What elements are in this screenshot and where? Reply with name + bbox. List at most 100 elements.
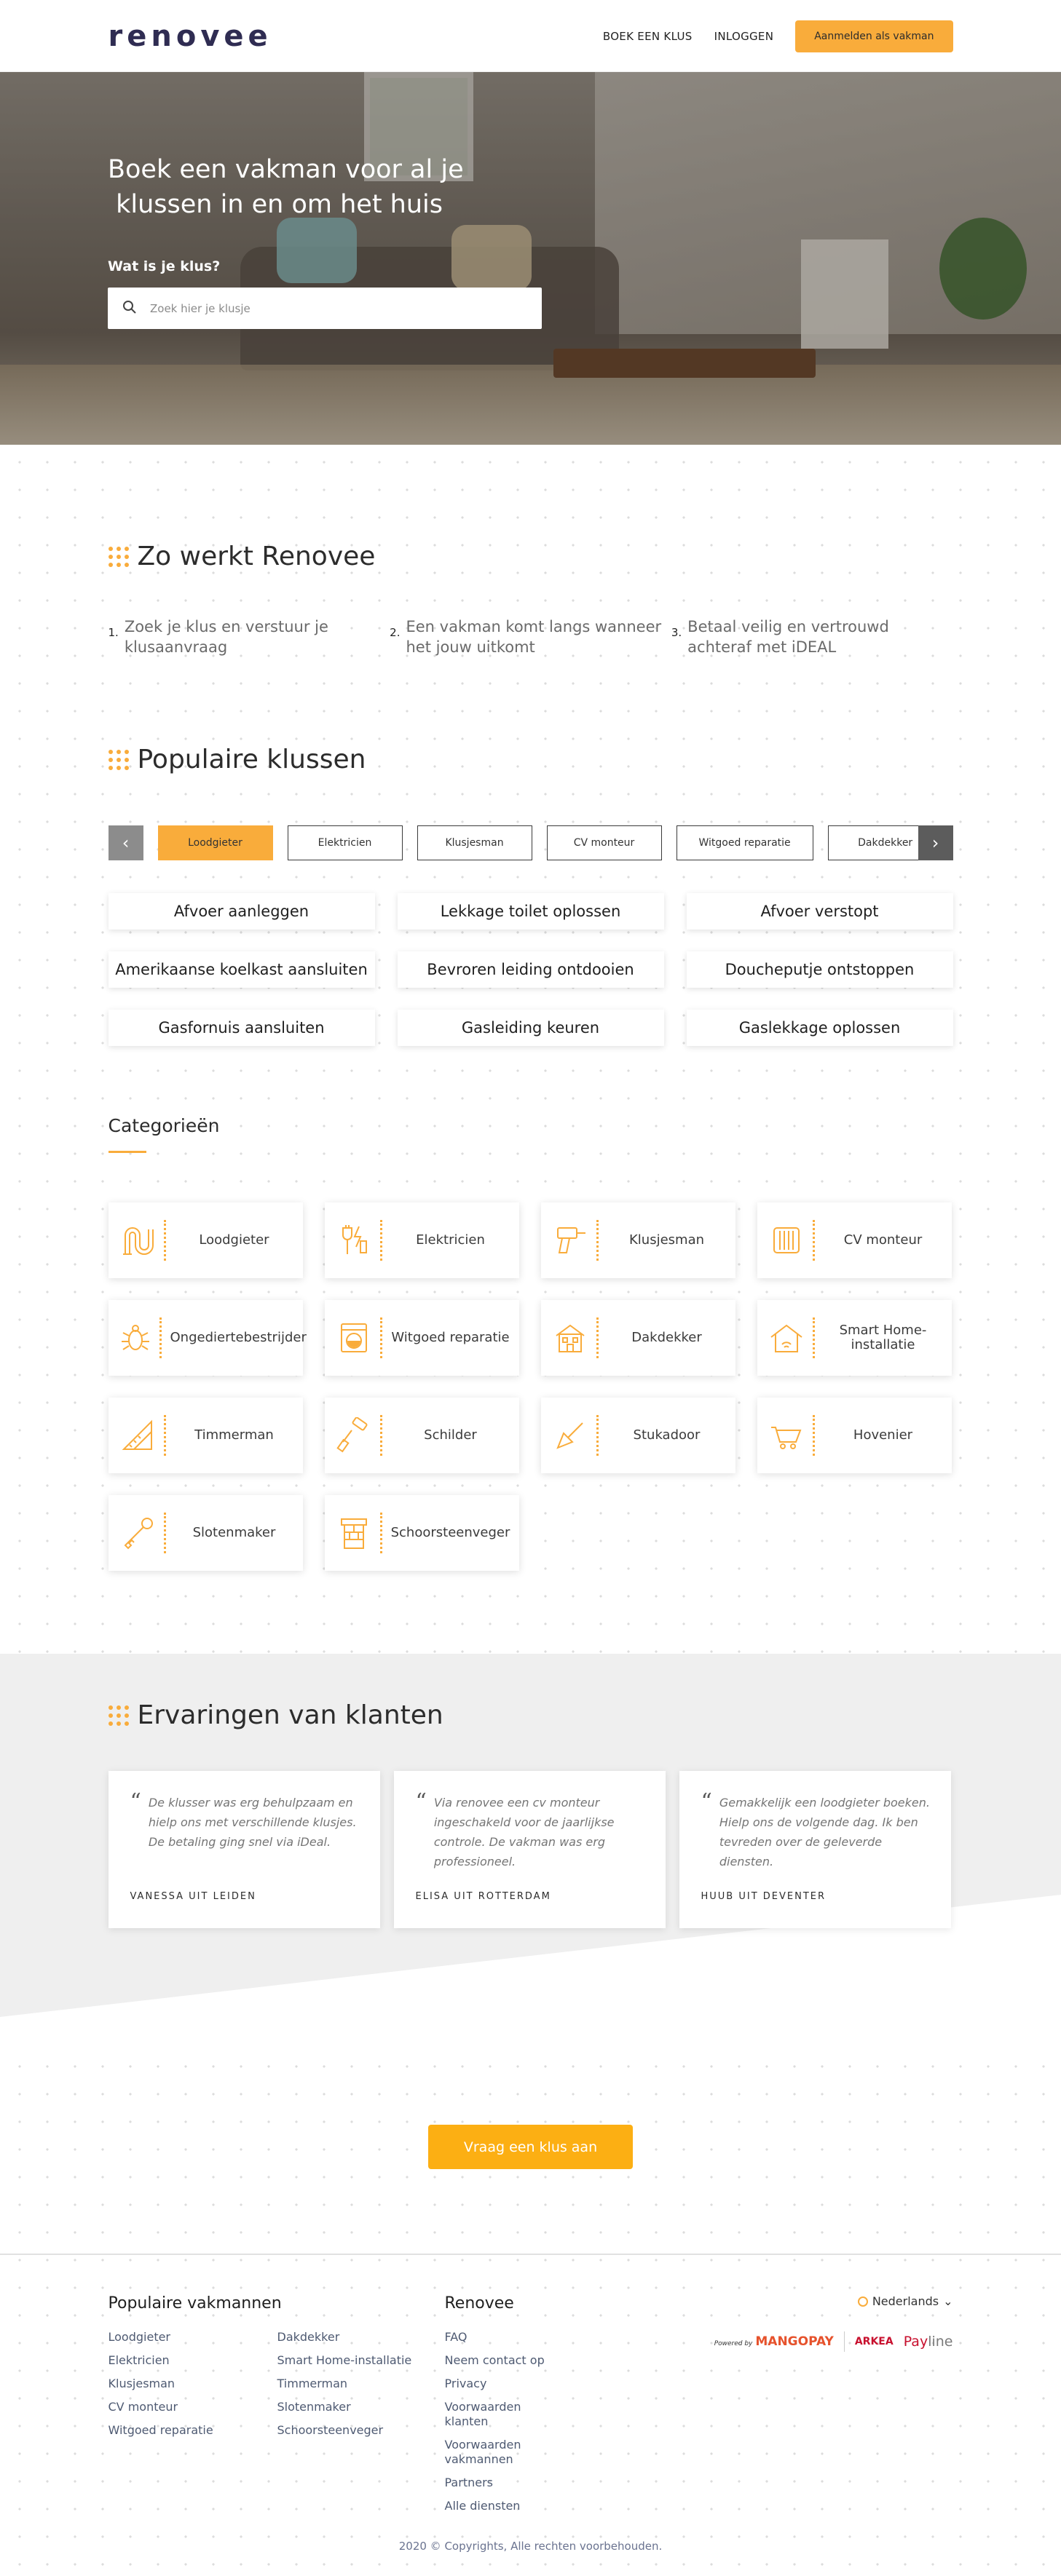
nav-book-job[interactable]: BOEK EEN KLUS xyxy=(603,30,693,43)
globe-icon xyxy=(857,2296,868,2307)
category-name: Slotenmaker xyxy=(192,1525,276,1540)
category-name: Timmerman xyxy=(194,1427,274,1443)
category-name: Stukadoor xyxy=(633,1427,701,1443)
category-card[interactable]: Witgoed reparatie xyxy=(324,1300,519,1376)
search-input[interactable] xyxy=(150,301,514,315)
footer-link[interactable]: Elektricien xyxy=(109,2353,277,2368)
tab-cv-monteur[interactable]: CV monteur xyxy=(546,825,662,860)
request-job-button[interactable]: Vraag een klus aan xyxy=(428,2125,633,2169)
footer-link[interactable]: Neem contact op xyxy=(445,2353,561,2368)
logo[interactable]: renovee xyxy=(109,20,272,53)
footer-link[interactable]: Partners xyxy=(445,2476,561,2490)
testimonial-quote: “ Via renovee een cv monteur ingeschakel… xyxy=(416,1791,647,1871)
drill-icon xyxy=(550,1220,591,1261)
hero-title: Boek een vakman voor al je klussen in en… xyxy=(108,152,501,222)
divider xyxy=(596,1317,599,1358)
category-card[interactable]: Hovenier xyxy=(757,1398,952,1473)
dots-icon xyxy=(108,546,129,567)
payline-logo: Payline xyxy=(904,2334,953,2350)
footer-link[interactable]: Privacy xyxy=(445,2377,561,2391)
job-button[interactable]: Gasfornuis aansluiten xyxy=(108,1010,375,1046)
category-card[interactable]: Ongediertebestrijder xyxy=(108,1300,307,1376)
testimonial-author: ELISA UIT ROTTERDAM xyxy=(415,1891,551,1902)
category-card[interactable]: Schilder xyxy=(324,1398,519,1473)
categories-title: Categorieën xyxy=(108,1115,220,1136)
footer-link[interactable]: Loodgieter xyxy=(109,2330,277,2345)
category-card[interactable]: Schoorsteenveger xyxy=(324,1495,519,1571)
footer-popular-links: Loodgieter Dakdekker Elektricien Smart H… xyxy=(109,2330,445,2438)
trade-tabs: ‹ Loodgieter Elektricien Klusjesman CV m… xyxy=(108,825,953,860)
popular-jobs-section: Populaire klussen ‹ Loodgieter Elektrici… xyxy=(0,730,1061,1571)
footer-link[interactable]: Timmerman xyxy=(277,2377,445,2391)
quote-icon: “ xyxy=(701,1789,712,1815)
tab-klusjesman[interactable]: Klusjesman xyxy=(417,825,532,860)
footer-link[interactable]: CV monteur xyxy=(109,2400,277,2414)
ruler-icon xyxy=(117,1415,158,1456)
divider xyxy=(812,1317,815,1358)
divider xyxy=(159,1317,162,1358)
job-button[interactable]: Gaslekkage oplossen xyxy=(686,1010,953,1046)
divider xyxy=(163,1513,166,1553)
testimonial-card: “ De klusser was erg behulpzaam en hielp… xyxy=(108,1771,380,1928)
hero-content: Boek een vakman voor al je klussen in en… xyxy=(108,152,542,329)
divider xyxy=(379,1513,382,1553)
tab-witgoed-reparatie[interactable]: Witgoed reparatie xyxy=(676,825,813,860)
job-button[interactable]: Afvoer aanleggen xyxy=(108,893,375,930)
testimonials-title: Ervaringen van klanten xyxy=(108,1700,953,1730)
category-name: Elektricien xyxy=(416,1232,485,1248)
category-name: Loodgieter xyxy=(199,1232,269,1248)
search-icon xyxy=(122,300,137,317)
category-card[interactable]: Loodgieter xyxy=(108,1202,303,1278)
category-card[interactable]: Elektricien xyxy=(324,1202,519,1278)
footer-link[interactable]: Dakdekker xyxy=(277,2330,445,2345)
chevron-right-icon[interactable]: › xyxy=(918,825,953,860)
category-card[interactable]: Klusjesman xyxy=(540,1202,735,1278)
footer-link[interactable]: Witgoed reparatie xyxy=(109,2423,277,2438)
category-card[interactable]: CV monteur xyxy=(757,1202,952,1278)
step-number: 3. xyxy=(671,626,682,639)
signup-pro-button[interactable]: Aanmelden als vakman xyxy=(795,20,953,52)
divider xyxy=(379,1415,382,1456)
footer-link[interactable]: FAQ xyxy=(445,2330,561,2345)
footer-link[interactable]: Klusjesman xyxy=(109,2377,277,2391)
job-button[interactable]: Gasleiding keuren xyxy=(397,1010,664,1046)
footer-link[interactable]: Slotenmaker xyxy=(277,2400,445,2414)
category-card[interactable]: Smart Home-installatie xyxy=(757,1300,952,1376)
tab-loodgieter[interactable]: Loodgieter xyxy=(157,825,273,860)
nav-login[interactable]: INLOGGEN xyxy=(714,30,774,43)
category-name: Smart Home-installatie xyxy=(839,1323,927,1352)
job-button[interactable]: Bevroren leiding ontdooien xyxy=(397,951,664,988)
copyright: 2020 © Copyrights, Alle rechten voorbeho… xyxy=(398,2540,663,2553)
footer-link[interactable]: Schoorsteenveger xyxy=(277,2423,445,2438)
tab-elektricien[interactable]: Elektricien xyxy=(287,825,403,860)
bug-icon xyxy=(117,1317,154,1358)
testimonials-section: Ervaringen van klanten “ De klusser was … xyxy=(0,1654,1061,2040)
section-title-text: Ervaringen van klanten xyxy=(137,1700,443,1730)
category-card[interactable]: Slotenmaker xyxy=(108,1495,303,1571)
search-label: Wat is je klus? xyxy=(108,258,221,274)
category-card[interactable]: Timmerman xyxy=(108,1398,303,1473)
trowel-icon xyxy=(550,1415,591,1456)
testimonials-list: “ De klusser was erg behulpzaam en hielp… xyxy=(108,1771,953,1928)
chevron-left-icon[interactable]: ‹ xyxy=(108,825,143,860)
divider xyxy=(379,1317,382,1358)
footer-link[interactable]: Alle diensten xyxy=(445,2499,561,2513)
divider xyxy=(843,2331,845,2352)
job-button[interactable]: Doucheputje ontstoppen xyxy=(686,951,953,988)
chimney-icon xyxy=(334,1513,374,1553)
language-selector[interactable]: Nederlands ⌄ xyxy=(857,2294,953,2308)
job-button[interactable]: Amerikaanse koelkast aansluiten xyxy=(108,951,375,988)
footer-link[interactable]: Voorwaarden klanten xyxy=(445,2400,561,2429)
testimonial-card: “ Gemakkelijk een loodgieter boeken. Hie… xyxy=(679,1771,951,1928)
site-footer: Populaire vakmannen Loodgieter Dakdekker… xyxy=(0,2254,1061,2576)
testimonial-text: De klusser was erg behulpzaam en hielp o… xyxy=(148,1796,357,1849)
footer-link[interactable]: Smart Home-installatie xyxy=(277,2353,445,2368)
job-button[interactable]: Lekkage toilet oplossen xyxy=(397,893,664,930)
title-underline xyxy=(108,1151,146,1153)
category-card[interactable]: Dakdekker xyxy=(540,1300,735,1376)
job-button[interactable]: Afvoer verstopt xyxy=(686,893,953,930)
footer-link[interactable]: Voorwaarden vakmannen xyxy=(445,2438,561,2467)
categories-grid: Loodgieter Elektricien Klusjesman CV mon… xyxy=(108,1202,953,1571)
jobs-grid: Afvoer aanleggen Lekkage toilet oplossen… xyxy=(108,893,953,1046)
category-card[interactable]: Stukadoor xyxy=(540,1398,735,1473)
